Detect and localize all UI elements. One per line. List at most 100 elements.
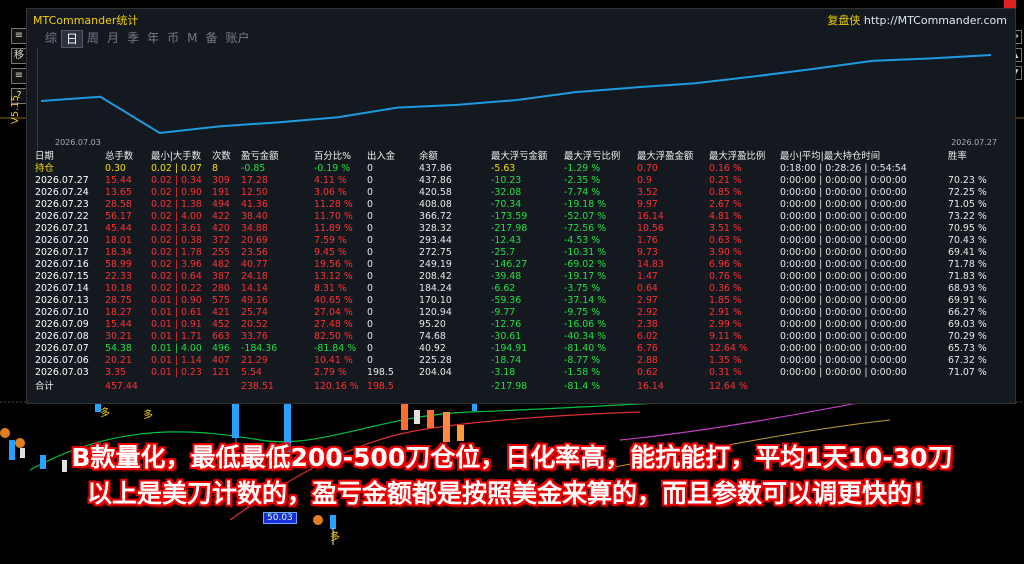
cell-max-float-profit-pct: 0.76 % xyxy=(709,271,742,282)
cell-percent: 27.04 % xyxy=(314,307,353,318)
cell-hold-time: 0:00:00 | 0:00:00 | 0:00:00 xyxy=(780,259,907,270)
holding-count: 8 xyxy=(212,163,218,174)
cell-profit-loss: 25.74 xyxy=(241,307,268,318)
cell-total-lots: 20.21 xyxy=(105,355,132,366)
tab-9[interactable]: 账户 xyxy=(221,30,253,46)
replay-label: 复盘侠 xyxy=(827,14,861,27)
cell-percent: 11.89 % xyxy=(314,223,353,234)
cell-date: 2026.07.13 xyxy=(35,295,89,306)
cell-min-max-lots: 0.02 | 0.64 xyxy=(151,271,202,282)
tab-5[interactable]: 年 xyxy=(143,30,163,46)
cell-max-float-loss: -12.43 xyxy=(491,235,522,246)
cell-min-max-lots: 0.01 | 4.00 xyxy=(151,343,202,354)
cell-win-rate: 70.95 % xyxy=(948,223,987,234)
cell-win-rate: 73.22 % xyxy=(948,211,987,222)
cell-percent: 19.56 % xyxy=(314,259,353,270)
cell-win-rate: 70.29 % xyxy=(948,331,987,342)
cell-hold-time: 0:00:00 | 0:00:00 | 0:00:00 xyxy=(780,367,907,378)
tab-0[interactable]: 综 xyxy=(41,30,61,46)
cell-date: 2026.07.24 xyxy=(35,187,89,198)
cell-date: 2026.07.22 xyxy=(35,211,89,222)
cell-balance: 95.20 xyxy=(419,319,446,330)
cell-max-float-loss-pct: -8.77 % xyxy=(564,355,601,366)
cell-deposit-withdraw: 0 xyxy=(367,295,373,306)
cell-hold-time: 0:00:00 | 0:00:00 | 0:00:00 xyxy=(780,247,907,258)
stats-panel: MTCommander统计 复盘侠 http://MTCommander.com… xyxy=(26,8,1016,404)
cell-date: 2026.07.16 xyxy=(35,259,89,270)
table-row: 2026.07.16 58.99 0.02 | 3.96 482 40.77 19.56 … xyxy=(31,259,1011,271)
cell-max-float-profit-pct: 0.21 % xyxy=(709,175,742,186)
cell-deposit-withdraw: 0 xyxy=(367,307,373,318)
tab-8[interactable]: 备 xyxy=(201,30,221,46)
cell-date: 2026.07.20 xyxy=(35,235,89,246)
list-button[interactable]: ≡ xyxy=(11,68,27,84)
cell-min-max-lots: 0.02 | 0.38 xyxy=(151,235,202,246)
cell-hold-time: 0:00:00 | 0:00:00 | 0:00:00 xyxy=(780,295,907,306)
cell-hold-time: 0:00:00 | 0:00:00 | 0:00:00 xyxy=(780,175,907,186)
equity-line xyxy=(40,54,992,135)
cell-balance: 184.24 xyxy=(419,283,452,294)
table-row: 2026.07.06 20.21 0.01 | 1.14 407 21.29 10.41 … xyxy=(31,355,1011,367)
cell-percent: 9.45 % xyxy=(314,247,347,258)
cell-total-lots: 3.35 xyxy=(105,367,126,378)
promo-line-1: B款量化，最低最低200-500刀仓位，日化率高，能抗能打，平均1天10-30刀 xyxy=(71,443,953,472)
menu-button[interactable]: ≡ xyxy=(11,28,27,44)
cell-min-max-lots: 0.01 | 1.71 xyxy=(151,331,202,342)
header-percent: 百分比% xyxy=(314,151,352,162)
cell-win-rate: 71.07 % xyxy=(948,367,987,378)
cell-balance: 366.72 xyxy=(419,211,452,222)
cell-max-float-profit-pct: 0.31 % xyxy=(709,367,742,378)
cell-percent: 11.28 % xyxy=(314,199,353,210)
cell-percent: 27.48 % xyxy=(314,319,353,330)
cell-max-float-loss: -39.48 xyxy=(491,271,522,282)
table-row: 2026.07.13 28.75 0.01 | 0.90 575 49.16 40.65 … xyxy=(31,295,1011,307)
total-profit-loss: 238.51 xyxy=(241,381,274,392)
cell-balance: 208.42 xyxy=(419,271,452,282)
cell-max-float-loss-pct: -3.75 % xyxy=(564,283,601,294)
cell-total-lots: 30.21 xyxy=(105,331,132,342)
cell-max-float-loss: -12.76 xyxy=(491,319,522,330)
header-hold-time: 最小|平均|最大持仓时间 xyxy=(780,151,881,162)
website-link[interactable]: http://MTCommander.com xyxy=(864,14,1007,27)
cell-total-lots: 15.44 xyxy=(105,319,132,330)
table-row: 2026.07.09 15.44 0.01 | 0.91 452 20.52 27.48 … xyxy=(31,319,1011,331)
tab-4[interactable]: 季 xyxy=(123,30,143,46)
cell-count: 420 xyxy=(212,223,230,234)
tab-2[interactable]: 周 xyxy=(83,30,103,46)
cell-deposit-withdraw: 0 xyxy=(367,175,373,186)
price-box: 50.03 xyxy=(263,512,297,524)
cell-deposit-withdraw: 0 xyxy=(367,199,373,210)
cell-hold-time: 0:00:00 | 0:00:00 | 0:00:00 xyxy=(780,307,907,318)
tab-6[interactable]: 币 xyxy=(163,30,183,46)
cell-deposit-withdraw: 0 xyxy=(367,355,373,366)
cell-max-float-loss-pct: -9.75 % xyxy=(564,307,601,318)
cell-balance: 120.94 xyxy=(419,307,452,318)
cell-win-rate: 67.32 % xyxy=(948,355,987,366)
cell-max-float-profit: 10.56 xyxy=(637,223,664,234)
panel-title: MTCommander统计 xyxy=(33,14,139,27)
tab-7[interactable]: M xyxy=(183,30,201,46)
tab-1[interactable]: 日 xyxy=(61,30,84,48)
cell-max-float-profit: 9.97 xyxy=(637,199,658,210)
cell-max-float-profit-pct: 0.63 % xyxy=(709,235,742,246)
cell-win-rate: 69.91 % xyxy=(948,295,987,306)
cell-profit-loss: 17.28 xyxy=(241,175,268,186)
move-button[interactable]: 移 xyxy=(11,48,27,64)
tab-3[interactable]: 月 xyxy=(103,30,123,46)
cell-count: 407 xyxy=(212,355,230,366)
cell-count: 387 xyxy=(212,271,230,282)
cell-balance: 225.28 xyxy=(419,355,452,366)
header-link[interactable]: 复盘侠 http://MTCommander.com xyxy=(827,12,1007,28)
cell-win-rate: 66.27 % xyxy=(948,307,987,318)
table-row: 2026.07.20 18.01 0.02 | 0.38 372 20.69 7.59 %… xyxy=(31,235,1011,247)
cell-max-float-profit-pct: 12.64 % xyxy=(709,343,748,354)
total-deposit: 198.5 xyxy=(367,381,394,392)
cell-percent: 11.70 % xyxy=(314,211,353,222)
cell-max-float-profit-pct: 1.85 % xyxy=(709,295,742,306)
cell-total-lots: 45.44 xyxy=(105,223,132,234)
holding-percent: -0.19 % xyxy=(314,163,351,174)
header-deposit-withdraw: 出入金 xyxy=(367,151,396,162)
cell-profit-loss: -184.36 xyxy=(241,343,278,354)
cell-max-float-loss: -9.77 xyxy=(491,307,516,318)
cell-hold-time: 0:00:00 | 0:00:00 | 0:00:00 xyxy=(780,343,907,354)
